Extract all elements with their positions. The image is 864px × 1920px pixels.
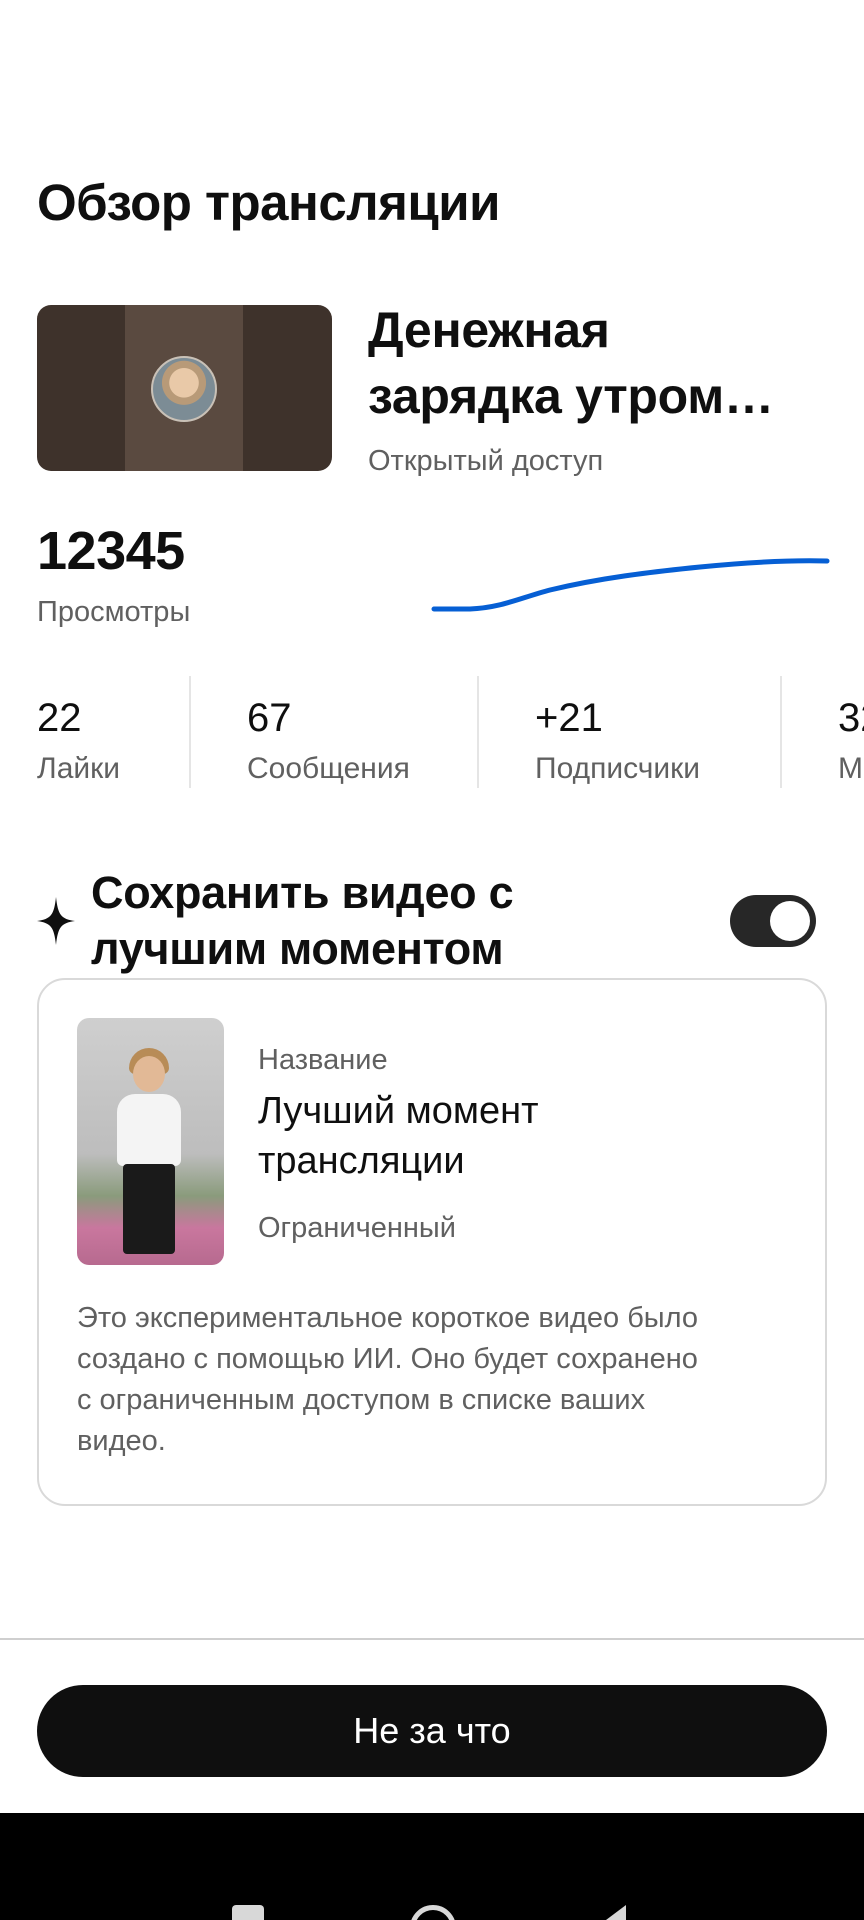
stat-divider: [780, 676, 782, 788]
stream-thumbnail[interactable]: [37, 305, 332, 471]
card-description: Это экспериментальное короткое видео был…: [77, 1298, 797, 1462]
card-name[interactable]: Лучший момент трансляции: [258, 1086, 778, 1186]
card-access[interactable]: Ограниченный: [258, 1212, 456, 1245]
stat-subscribers-value: +21: [535, 696, 603, 740]
stat-partial-value: 32: [838, 696, 864, 740]
stat-likes: 22 Лайки: [37, 676, 187, 788]
done-button[interactable]: Не за что: [37, 1685, 827, 1777]
thumbnail-figure-head: [133, 1056, 165, 1092]
stat-messages: 67 Сообщения: [247, 676, 467, 788]
save-title-line2: лучшим моментом: [91, 923, 504, 974]
stats-row: 22 Лайки 67 Сообщения +21 Подписчики 32 …: [0, 676, 864, 788]
card-name-label: Название: [258, 1044, 388, 1076]
stat-messages-label: Сообщения: [247, 752, 410, 785]
card-description-line: видео.: [77, 1425, 166, 1457]
sparkle-icon: [37, 897, 75, 945]
card-description-line: с ограниченным доступом в списке ваших: [77, 1384, 646, 1416]
recents-icon[interactable]: [232, 1905, 264, 1920]
home-icon[interactable]: [410, 1905, 456, 1920]
views-label: Просмотры: [37, 596, 191, 628]
stream-access: Открытый доступ: [368, 445, 604, 477]
stat-likes-value: 22: [37, 696, 82, 740]
system-nav-bar: [0, 1813, 864, 1920]
stat-messages-value: 67: [247, 696, 292, 740]
stat-subscribers: +21 Подписчики: [535, 676, 775, 788]
stream-title: Денежная зарядка утром…: [368, 297, 828, 429]
card-name-line1: Лучший момент: [258, 1090, 539, 1132]
best-moment-thumbnail[interactable]: [77, 1018, 224, 1265]
best-moment-card: Название Лучший момент трансляции Ограни…: [37, 978, 827, 1506]
views-trend-line: [431, 558, 830, 612]
stream-title-line2: зарядка утром…: [368, 368, 774, 424]
back-icon[interactable]: [606, 1905, 626, 1920]
stat-divider: [477, 676, 479, 788]
thumbnail-figure-legs: [123, 1164, 175, 1254]
save-best-moment-title: Сохранить видео с лучшим моментом: [91, 865, 691, 977]
stat-divider: [189, 676, 191, 788]
stat-partial-label: М: [838, 752, 863, 785]
toggle-knob: [770, 901, 810, 941]
stat-partial: 32 М: [838, 676, 864, 788]
bottom-divider: [0, 1638, 864, 1640]
views-trend-chart: [431, 558, 830, 612]
stat-subscribers-label: Подписчики: [535, 752, 701, 785]
avatar: [151, 356, 217, 422]
save-title-line1: Сохранить видео с: [91, 867, 514, 918]
stat-likes-label: Лайки: [37, 752, 121, 785]
page-title: Обзор трансляции: [37, 174, 500, 231]
save-best-moment-toggle[interactable]: [730, 895, 816, 947]
card-description-line: создано с помощью ИИ. Оно будет сохранен…: [77, 1343, 698, 1375]
thumbnail-figure-body: [117, 1094, 181, 1166]
views-count: 12345: [37, 521, 185, 581]
card-description-line: Это экспериментальное короткое видео был…: [77, 1302, 699, 1334]
stream-title-line1: Денежная: [368, 302, 610, 358]
card-name-line2: трансляции: [258, 1140, 465, 1182]
